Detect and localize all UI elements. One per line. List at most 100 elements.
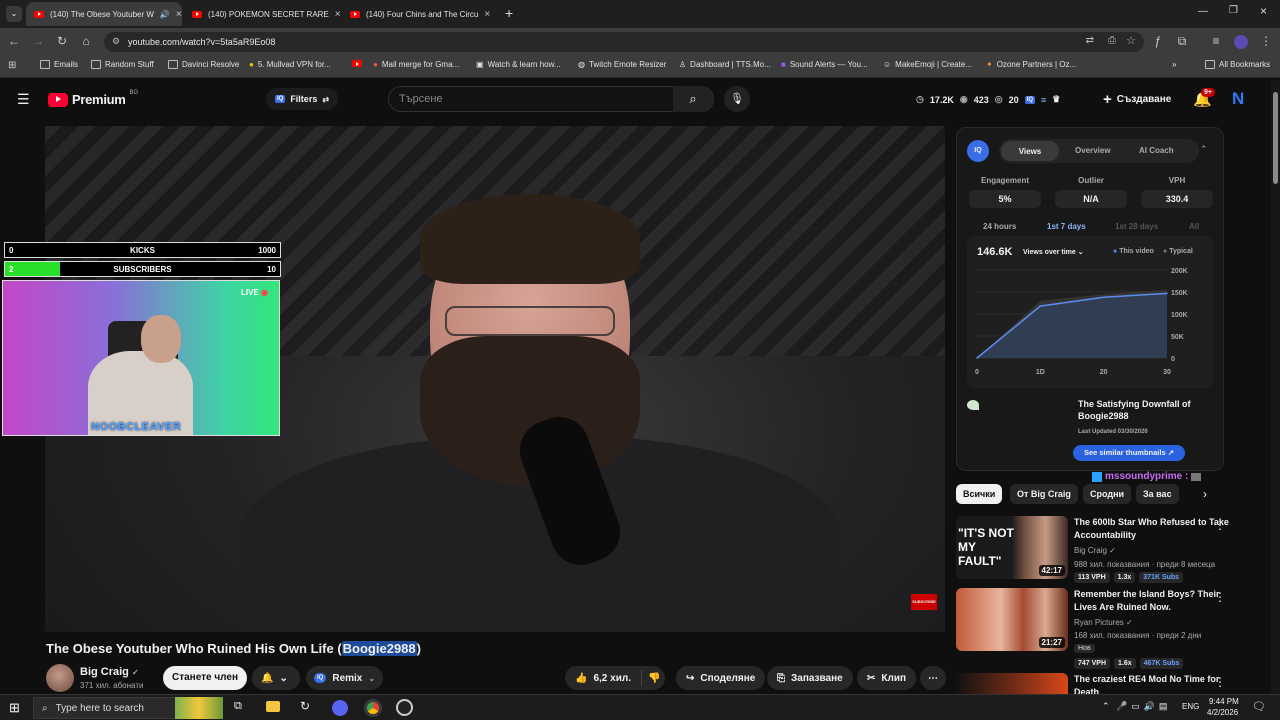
chip-from-channel[interactable]: От Big Craig (1010, 484, 1078, 504)
range-7d[interactable]: 1st 7 days (1047, 222, 1086, 231)
file-explorer-icon[interactable] (266, 701, 280, 712)
create-button[interactable]: + Създаване (1103, 91, 1171, 108)
similar-thumbnails-button[interactable]: See similar thumbnails ↗ (1073, 445, 1185, 461)
more-bookmarks-icon[interactable]: » (1172, 60, 1176, 69)
bookmark-item[interactable]: Davinci Resolve (168, 60, 239, 69)
bookmark-item[interactable]: ● Mail merge for Gma... (373, 60, 459, 69)
bookmark-item[interactable] (352, 60, 362, 67)
apps-grid-icon[interactable]: ⊞ (8, 60, 16, 71)
bookmark-item[interactable]: Random Stuff (91, 60, 154, 69)
close-tab-icon[interactable]: × (335, 9, 340, 20)
notification-center-icon[interactable]: 🗨 (1252, 700, 1266, 713)
channel-avatar[interactable] (46, 664, 74, 692)
collapse-icon[interactable]: ⌃ (1200, 144, 1208, 155)
obs-icon[interactable] (396, 699, 413, 716)
remix-button[interactable]: IQ Remix ⌄ (306, 666, 384, 690)
video-title[interactable]: The craziest RE4 Mod No Time for Death (1074, 673, 1234, 694)
scrollbar-thumb[interactable] (1273, 92, 1278, 184)
notifications-button[interactable]: 🔔 9+ (1193, 88, 1215, 108)
metric-dropdown[interactable]: Views over time ⌄ (1023, 248, 1084, 256)
more-options-icon[interactable]: ⋮ (1214, 518, 1226, 532)
subscribe-watermark[interactable]: SUBSCRIBE (911, 594, 937, 610)
clock-date[interactable]: 4/2/2026 (1207, 708, 1238, 717)
vidiq-filters-button[interactable]: IQ Filters ⇄ (266, 88, 338, 110)
translate-icon[interactable]: ⇄ (1086, 35, 1094, 46)
clock-time[interactable]: 9:44 PM (1209, 697, 1239, 706)
restore-button[interactable]: ❐ (1229, 5, 1238, 16)
more-actions-button[interactable]: ⋯ (920, 666, 946, 690)
bookmark-item[interactable]: ♙ Dashboard | TTS.Mo... (679, 60, 771, 69)
channel-name[interactable]: Ryan Pictures (1074, 618, 1124, 627)
menu-kebab-icon[interactable]: ⋮ (1258, 34, 1274, 48)
show-hidden-icons[interactable]: ⌃ (1102, 701, 1110, 712)
reading-list-icon[interactable]: ≡ (1208, 34, 1224, 48)
reload-icon[interactable]: ↻ (54, 34, 70, 48)
voice-search-button[interactable]: 🎙 (724, 86, 750, 112)
range-24h[interactable]: 24 hours (983, 222, 1016, 231)
more-options-icon[interactable]: ⋮ (1214, 675, 1226, 689)
bookmark-item[interactable]: ▣ Watch & learn how... (476, 60, 561, 69)
app-icon[interactable]: ↻ (300, 699, 310, 713)
extension-icon[interactable]: ƒ (1150, 34, 1166, 48)
tab-ai-coach[interactable]: AI Coach (1139, 146, 1174, 155)
range-28d[interactable]: 1st 28 days (1115, 222, 1158, 231)
chip-all[interactable]: Всички (956, 484, 1003, 504)
tab-overview[interactable]: Overview (1075, 146, 1111, 155)
chip-for-you[interactable]: За вас (1136, 484, 1179, 504)
chrome-icon[interactable] (364, 699, 382, 717)
bookmark-item[interactable]: ✦ Ozone Partners | Oz... (986, 60, 1076, 69)
tab-list-button[interactable]: ⌄ (6, 6, 22, 22)
task-view-icon[interactable]: ⧉ (234, 700, 242, 713)
video-title[interactable]: Remember the Island Boys? Their Lives Ar… (1074, 588, 1234, 614)
video-thumbnail[interactable]: "IT'S NOT MY FAULT" 42:17 (956, 516, 1068, 579)
video-title[interactable]: The 600lb Star Who Refused to Take Accou… (1074, 516, 1234, 542)
recommendation-item[interactable]: The craziest RE4 Mod No Time for Death ⋮ (956, 673, 1256, 694)
video-thumbnail[interactable] (956, 673, 1068, 694)
tab-active[interactable]: (140) The Obese Youtuber W 🔊 × (26, 2, 182, 26)
page-scrollbar[interactable] (1271, 80, 1280, 694)
dislike-button[interactable]: 👎 (648, 673, 660, 684)
join-button[interactable]: Станете член (163, 666, 247, 690)
language-indicator[interactable]: ENG (1182, 702, 1199, 711)
clip-button[interactable]: ✂ Клип (857, 666, 917, 690)
new-tab-button[interactable]: + (505, 5, 513, 21)
profile-avatar[interactable] (1234, 35, 1248, 49)
hamburger-menu-icon[interactable]: ☰ (17, 91, 30, 108)
close-tab-icon[interactable]: × (176, 9, 182, 20)
back-icon[interactable]: ← (6, 34, 22, 48)
speaker-icon[interactable]: 🔊 (160, 10, 170, 19)
channel-name[interactable]: Big Craig (1074, 546, 1107, 555)
chips-next-icon[interactable]: › (1203, 487, 1207, 501)
address-bar[interactable]: ⚙ youtube.com/watch?v=5ta5aR9Eo08 ⇄ ⎙ ☆ (104, 32, 1144, 52)
forward-icon[interactable]: → (30, 34, 46, 48)
install-icon[interactable]: ⎙ (1108, 35, 1116, 46)
home-icon[interactable]: ⌂ (78, 34, 94, 48)
trophy-icon[interactable]: ♛ (1052, 94, 1060, 105)
video-thumbnail[interactable]: 21:27 (956, 588, 1068, 651)
windows-start-icon[interactable]: ⊞ (9, 700, 20, 716)
search-button[interactable]: ⌕ (673, 86, 713, 112)
bookmark-item[interactable]: ☺ MakeEmoji | Create... (883, 60, 972, 69)
tab-2[interactable]: (140) POKEMON SECRET RARE × (184, 2, 340, 26)
like-button[interactable]: 👍 6,2 хил. (565, 670, 642, 686)
account-avatar[interactable]: N (1232, 90, 1248, 108)
discord-icon[interactable] (332, 700, 348, 716)
extensions-puzzle-icon[interactable]: ⧉ (1174, 34, 1190, 49)
save-button[interactable]: ⎘ Запазване (767, 666, 853, 690)
bookmark-star-icon[interactable]: ☆ (1126, 34, 1136, 47)
search-input[interactable]: Търсене (388, 86, 714, 112)
subscription-bell-button[interactable]: 🔔 ⌄ (252, 666, 300, 690)
recommendation-item[interactable]: 21:27 Remember the Island Boys? Their Li… (956, 588, 1256, 669)
bookmark-item[interactable]: Emails (40, 60, 78, 69)
tray-icons[interactable]: 🎤▭🔊▤ (1116, 701, 1171, 712)
all-bookmarks[interactable]: All Bookmarks (1205, 60, 1270, 69)
minimize-button[interactable]: — (1198, 6, 1208, 17)
bookmark-item[interactable]: ● 5. Mullvad VPN for... (249, 60, 331, 69)
more-options-icon[interactable]: ⋮ (1214, 590, 1226, 604)
channel-name[interactable]: Big Craig ✓ (80, 666, 139, 678)
site-info-icon[interactable]: ⚙ (112, 36, 120, 47)
vidiq-icon[interactable]: IQ (1024, 95, 1035, 104)
list-icon[interactable]: ≡ (1041, 95, 1046, 105)
bookmark-item[interactable]: ◍ Twitch Emote Resizer (578, 60, 666, 69)
youtube-logo[interactable]: Premium BG (48, 90, 138, 107)
